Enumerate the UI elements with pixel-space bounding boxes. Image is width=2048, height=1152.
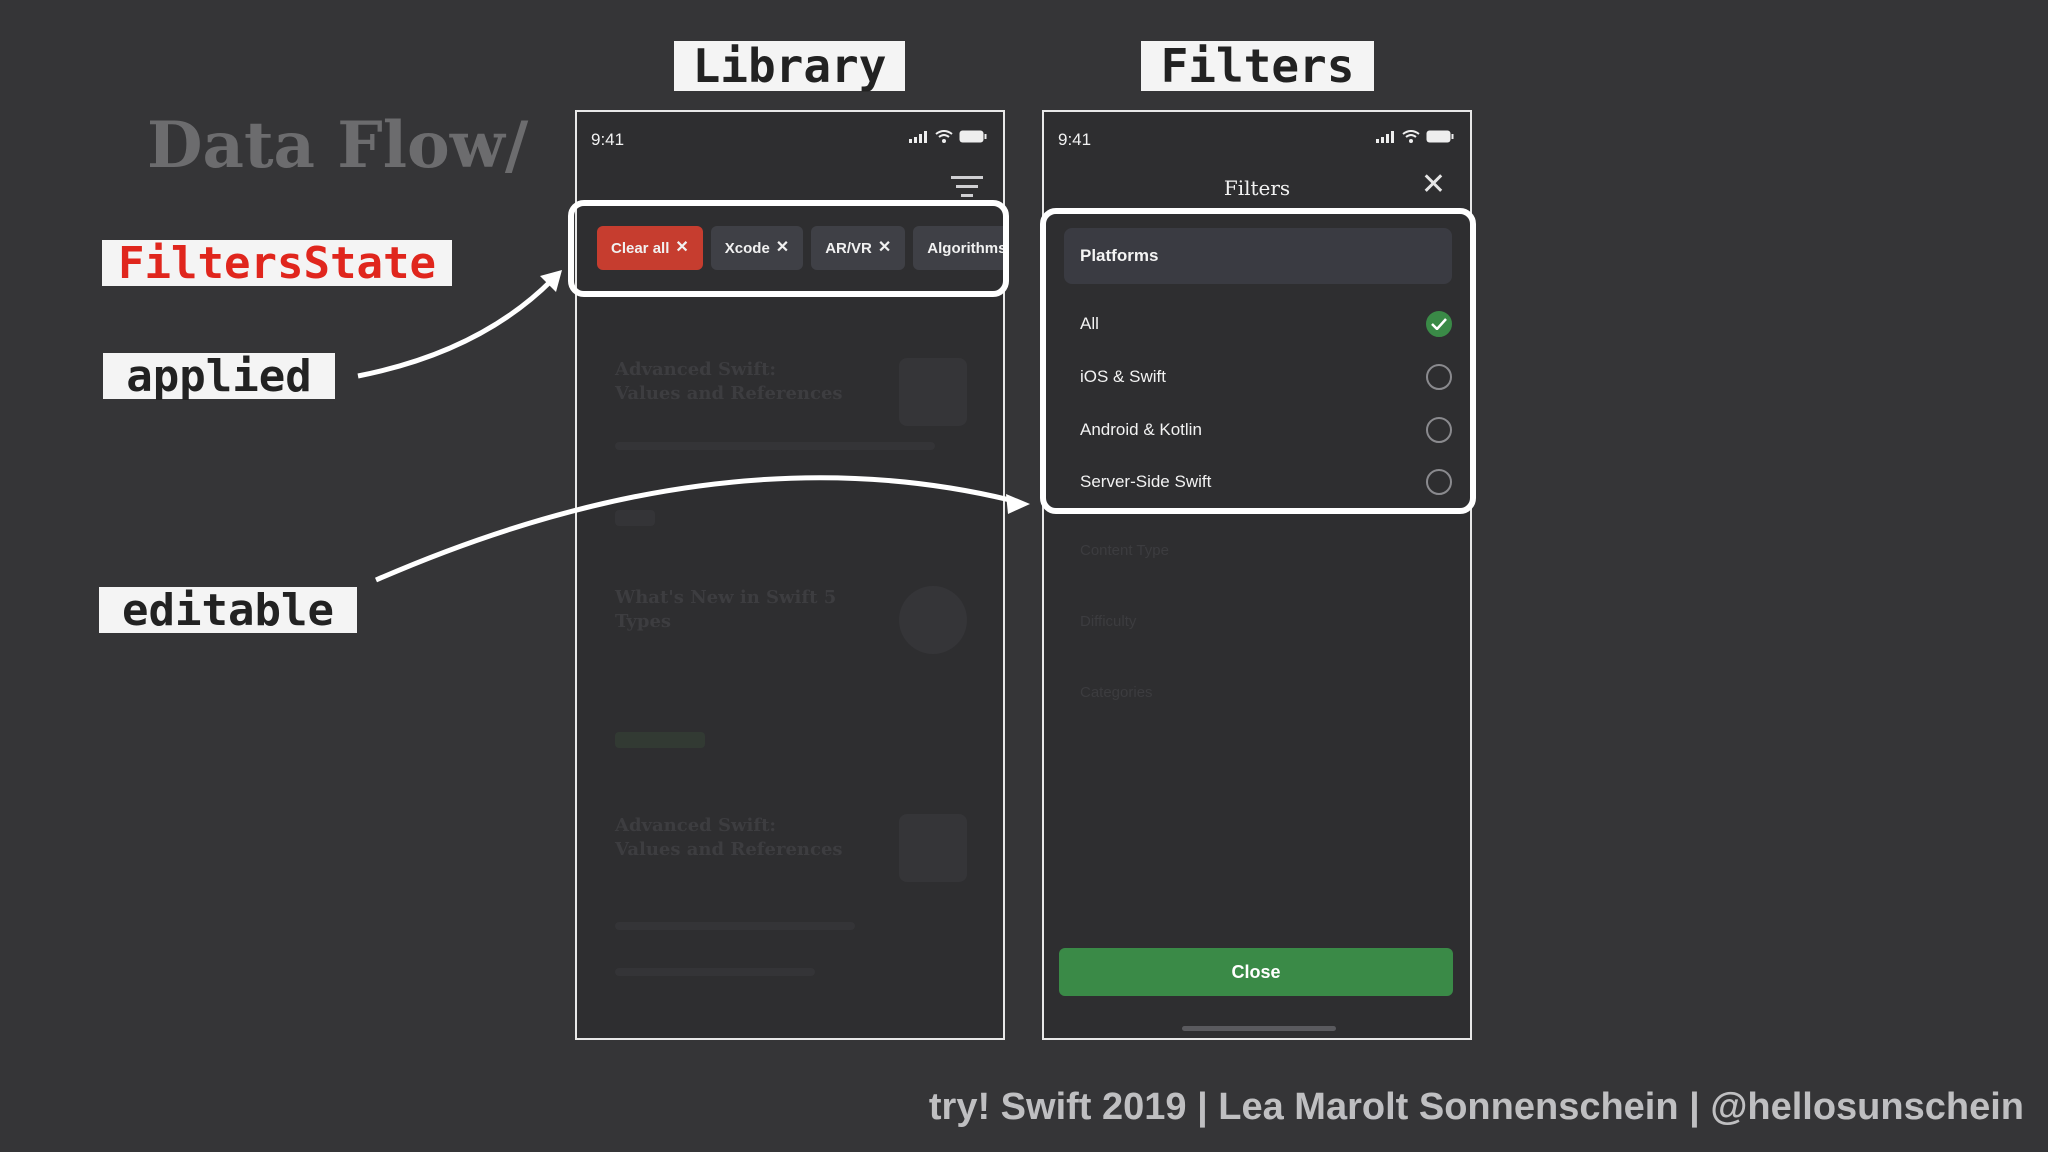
- footer-credit: try! Swift 2019 | Lea Marolt Sonnenschei…: [928, 1086, 2024, 1128]
- editable-arrow: [375, 475, 1011, 583]
- annotation-arrows: [357, 270, 1030, 583]
- arrowhead-icon: [1006, 494, 1030, 514]
- applied-arrow: [357, 278, 554, 379]
